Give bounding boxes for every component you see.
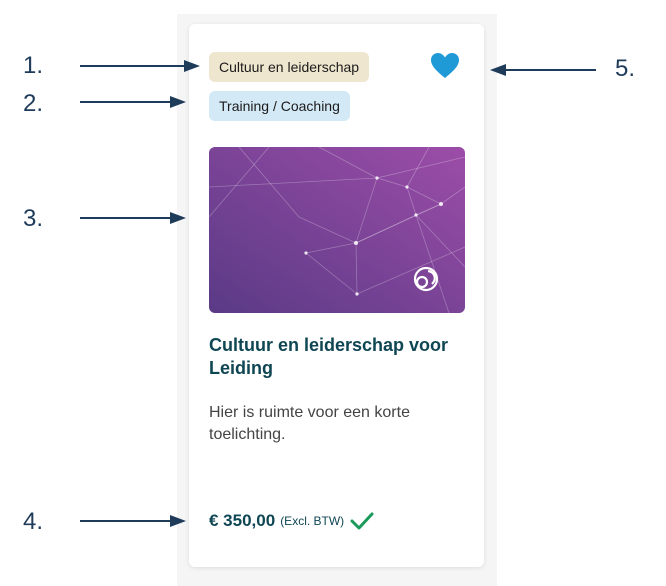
annotation-arrow-3 — [80, 212, 186, 224]
annotation-arrow-4 — [80, 515, 186, 527]
annotated-screenshot: Cultuur en leiderschap Training / Coachi… — [0, 0, 666, 586]
annotation-arrow-2 — [80, 96, 186, 108]
annotation-arrows — [80, 60, 596, 527]
annotation-arrow-5 — [490, 64, 596, 76]
annotation-arrow-1 — [80, 60, 200, 72]
